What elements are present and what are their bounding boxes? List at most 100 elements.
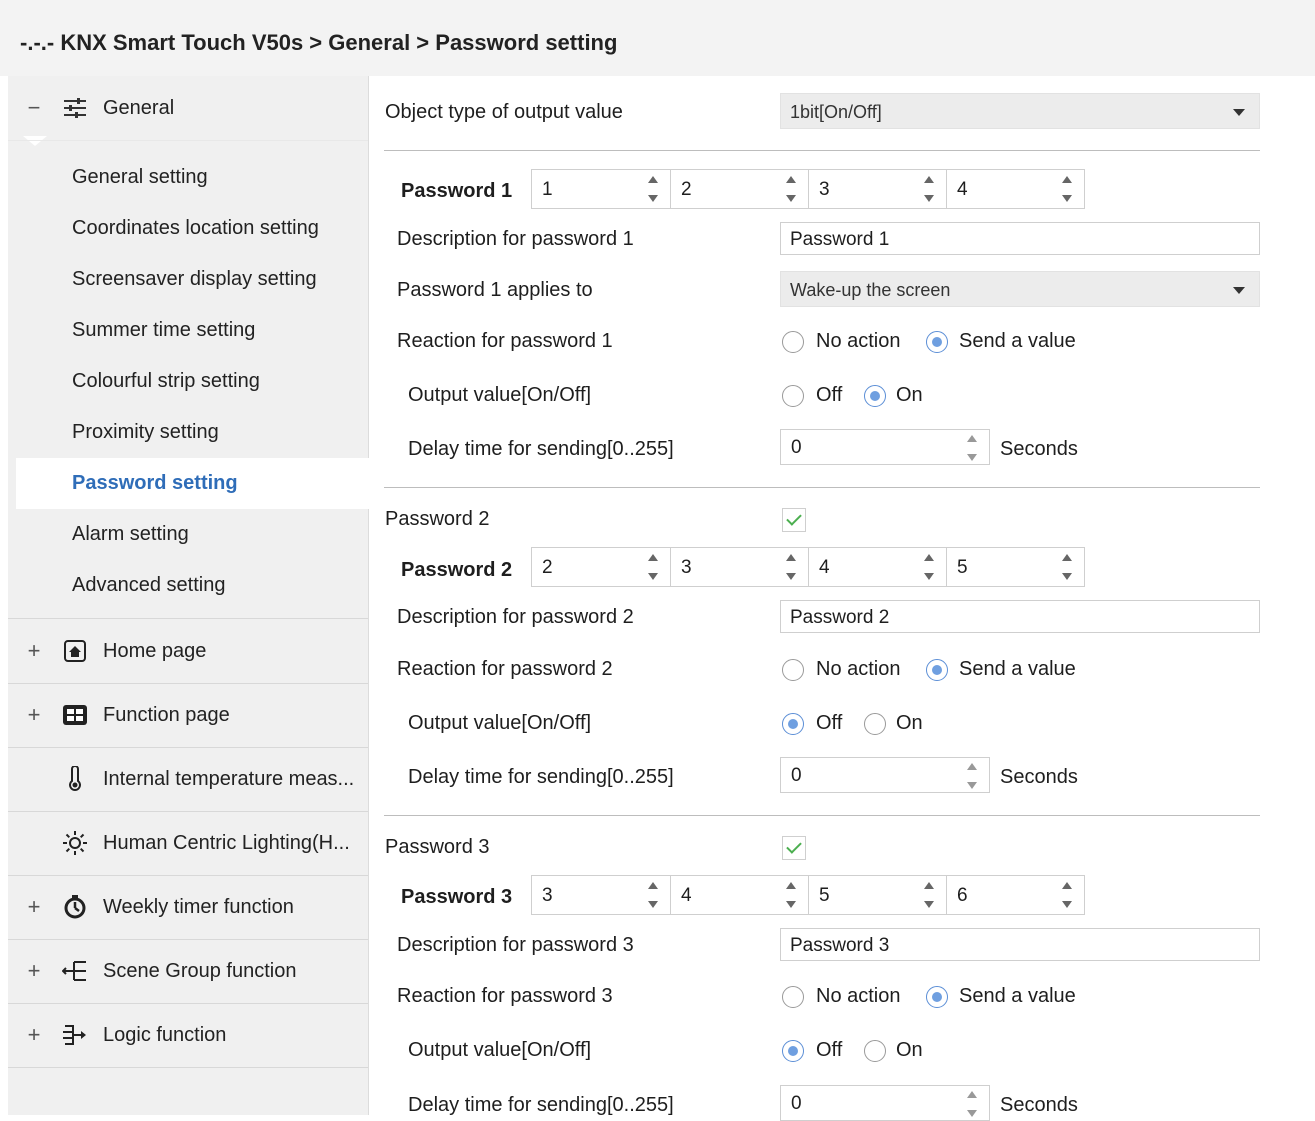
spinner-arrows-icon[interactable] bbox=[786, 554, 798, 580]
password-3-enable-checkbox[interactable] bbox=[782, 836, 806, 860]
password-3-digit-3[interactable]: 5 bbox=[808, 875, 947, 915]
sun-icon bbox=[62, 830, 88, 856]
password-2-delay-input[interactable]: 0 bbox=[780, 757, 990, 793]
spinner-arrows-icon[interactable] bbox=[1062, 176, 1074, 202]
radio-send-a-value[interactable] bbox=[926, 331, 948, 353]
sidebar-group-home-page[interactable]: + Home page bbox=[8, 619, 368, 684]
password-2-delay-label: Delay time for sending[0..255] bbox=[408, 766, 674, 788]
dropdown-arrow-icon bbox=[1233, 287, 1245, 294]
sidebar-item-screensaver-display-setting[interactable]: Screensaver display setting bbox=[8, 254, 368, 305]
spinner-arrows-icon[interactable] bbox=[924, 882, 936, 908]
sidebar-group-human-centric-lighting[interactable]: Human Centric Lighting(H... bbox=[8, 811, 368, 876]
password-3-output-radio-group: Off On bbox=[782, 1037, 982, 1067]
radio-on[interactable] bbox=[864, 1040, 886, 1062]
expanded-notch bbox=[23, 136, 47, 146]
radio-label: No action bbox=[816, 658, 901, 680]
spinner-arrows-icon[interactable] bbox=[1062, 554, 1074, 580]
password-2-description-input[interactable]: Password 2 bbox=[780, 600, 1260, 633]
password-2-enable-checkbox[interactable] bbox=[782, 508, 806, 532]
sidebar-group-label: Scene Group function bbox=[103, 959, 297, 982]
radio-no-action[interactable] bbox=[782, 331, 804, 353]
password-1-applies-select[interactable]: Wake-up the screen bbox=[780, 271, 1260, 307]
spinner-arrows-icon[interactable] bbox=[924, 554, 936, 580]
radio-label: Send a value bbox=[959, 330, 1076, 352]
password-2-digit-3[interactable]: 4 bbox=[808, 547, 947, 587]
sidebar-group-function-page[interactable]: + Function page bbox=[8, 683, 368, 748]
sidebar-group-general[interactable]: − General bbox=[8, 76, 368, 146]
spinner-arrows-icon[interactable] bbox=[786, 882, 798, 908]
radio-send-a-value[interactable] bbox=[926, 986, 948, 1008]
divider bbox=[384, 150, 1260, 151]
password-2-digit-4[interactable]: 5 bbox=[946, 547, 1085, 587]
spinner-arrows-icon[interactable] bbox=[1062, 882, 1074, 908]
object-type-select[interactable]: 1bit[On/Off] bbox=[780, 93, 1260, 129]
title-bar: -.-.- KNX Smart Touch V50s > General > P… bbox=[0, 0, 1315, 76]
password-1-reaction-radio-group: No action Send a value bbox=[782, 328, 1102, 358]
settings-panel: Object type of output value 1bit[On/Off]… bbox=[368, 76, 1315, 1121]
expand-icon[interactable]: + bbox=[24, 702, 44, 728]
sidebar-item-advanced-setting[interactable]: Advanced setting bbox=[8, 560, 368, 611]
password-3-delay-input[interactable]: 0 bbox=[780, 1085, 990, 1121]
scene-group-icon bbox=[62, 958, 88, 984]
radio-off[interactable] bbox=[782, 1040, 804, 1062]
password-3-digit-1[interactable]: 3 bbox=[531, 875, 671, 915]
radio-on[interactable] bbox=[864, 385, 886, 407]
password-1-digit-3[interactable]: 3 bbox=[808, 169, 947, 209]
radio-off[interactable] bbox=[782, 713, 804, 735]
spinner-arrows-icon[interactable] bbox=[924, 176, 936, 202]
sidebar-group-label: Weekly timer function bbox=[103, 895, 294, 918]
radio-on[interactable] bbox=[864, 713, 886, 735]
expand-icon[interactable]: + bbox=[24, 894, 44, 920]
password-1-delay-input[interactable]: 0 bbox=[780, 429, 990, 465]
expand-icon[interactable]: + bbox=[24, 1022, 44, 1048]
sidebar-group-internal-temperature[interactable]: Internal temperature meas... bbox=[8, 747, 368, 812]
timer-icon bbox=[62, 894, 88, 920]
sidebar-group-logic-function[interactable]: + Logic function bbox=[8, 1003, 368, 1068]
password-3-code-label: Password 3 bbox=[401, 886, 513, 908]
radio-off[interactable] bbox=[782, 385, 804, 407]
password-1-digit-4[interactable]: 4 bbox=[946, 169, 1085, 209]
password-3-description-input[interactable]: Password 3 bbox=[780, 928, 1260, 961]
thermometer-icon bbox=[62, 766, 88, 792]
radio-label: Send a value bbox=[959, 985, 1076, 1007]
spinner-arrows-icon[interactable] bbox=[648, 882, 660, 908]
spinner-arrows-icon[interactable] bbox=[967, 763, 979, 789]
sidebar-item-coordinates-location-setting[interactable]: Coordinates location setting bbox=[8, 203, 368, 254]
spinner-arrows-icon[interactable] bbox=[648, 554, 660, 580]
radio-send-a-value[interactable] bbox=[926, 659, 948, 681]
password-3-digit-2[interactable]: 4 bbox=[670, 875, 809, 915]
spinner-arrows-icon[interactable] bbox=[967, 1091, 979, 1117]
object-type-label: Object type of output value bbox=[385, 101, 623, 123]
sidebar-group-scene-group[interactable]: + Scene Group function bbox=[8, 939, 368, 1004]
sidebar-group-weekly-timer[interactable]: + Weekly timer function bbox=[8, 875, 368, 940]
password-2-digit-2[interactable]: 3 bbox=[670, 547, 809, 587]
grid-icon bbox=[62, 702, 88, 728]
password-2-reaction-radio-group: No action Send a value bbox=[782, 656, 1102, 686]
password-1-digit-2[interactable]: 2 bbox=[670, 169, 809, 209]
sidebar-item-summer-time-setting[interactable]: Summer time setting bbox=[8, 305, 368, 356]
sidebar-group-label: Human Centric Lighting(H... bbox=[103, 831, 350, 854]
radio-label: On bbox=[896, 384, 923, 406]
sidebar-item-general-setting[interactable]: General setting bbox=[8, 152, 368, 203]
spinner-arrows-icon[interactable] bbox=[786, 176, 798, 202]
password-3-digit-4[interactable]: 6 bbox=[946, 875, 1085, 915]
password-1-digit-1[interactable]: 1 bbox=[531, 169, 671, 209]
password-2-digit-1[interactable]: 2 bbox=[531, 547, 671, 587]
radio-no-action[interactable] bbox=[782, 986, 804, 1008]
password-1-delay-label: Delay time for sending[0..255] bbox=[408, 438, 674, 460]
spinner-arrows-icon[interactable] bbox=[648, 176, 660, 202]
radio-no-action[interactable] bbox=[782, 659, 804, 681]
sidebar: − General General setting Coordinates lo… bbox=[8, 76, 376, 1115]
sidebar-item-colourful-strip-setting[interactable]: Colourful strip setting bbox=[8, 356, 368, 407]
password-2-reaction-label: Reaction for password 2 bbox=[397, 658, 613, 680]
collapse-icon[interactable]: − bbox=[24, 95, 44, 121]
sidebar-item-proximity-setting[interactable]: Proximity setting bbox=[8, 407, 368, 458]
sidebar-item-alarm-setting[interactable]: Alarm setting bbox=[8, 509, 368, 560]
sidebar-item-password-setting[interactable]: Password setting bbox=[16, 458, 376, 509]
expand-icon[interactable]: + bbox=[24, 958, 44, 984]
password-1-description-input[interactable]: Password 1 bbox=[780, 222, 1260, 255]
home-icon bbox=[62, 638, 88, 664]
spinner-arrows-icon[interactable] bbox=[967, 435, 979, 461]
expand-icon[interactable]: + bbox=[24, 638, 44, 664]
password-1-description-label: Description for password 1 bbox=[397, 228, 634, 250]
